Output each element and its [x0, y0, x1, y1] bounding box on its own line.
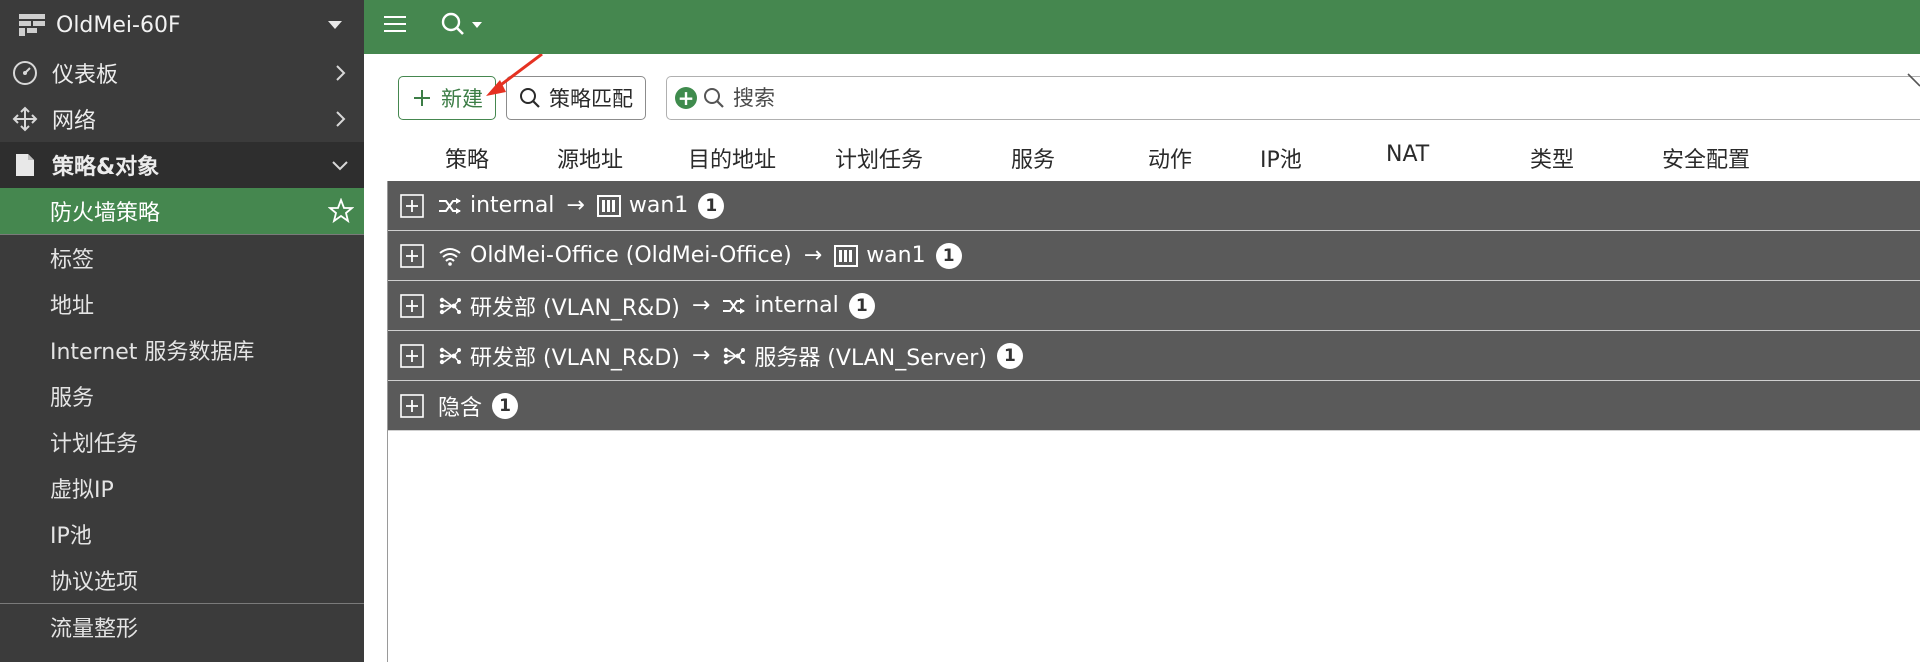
sidebar-item-traffic-shaping[interactable]: 流量整形	[0, 604, 364, 650]
wifi-icon	[439, 247, 461, 266]
fortigate-device-icon	[19, 14, 45, 36]
direction-arrow: →	[803, 243, 823, 268]
caret-down-icon	[328, 21, 342, 29]
policy-match-label: 策略匹配	[549, 87, 633, 111]
policy-group-row[interactable]: internal → wan1 1	[388, 181, 1920, 231]
search-input[interactable]	[733, 86, 1833, 110]
column-header[interactable]: NAT	[1386, 142, 1429, 167]
create-new-label: 新建	[441, 87, 483, 111]
column-header[interactable]: 源地址	[557, 142, 623, 174]
sidebar-item-label: Internet 服务数据库	[50, 340, 255, 365]
destination-interface: internal	[754, 293, 839, 318]
nav-network[interactable]: 网络	[0, 96, 364, 142]
table-header: 策略 源地址 目的地址 计划任务 服务 动作 IP池 NAT 类型 安全配置	[387, 136, 1920, 174]
destination-interface: 服务器 (VLAN_Server)	[754, 345, 987, 371]
policy-group-row[interactable]: 研发部 (VLAN_R&D) → 服务器 (VLAN_Server) 1	[388, 331, 1920, 381]
wan-port-icon	[834, 244, 859, 267]
expand-icon[interactable]	[400, 293, 424, 318]
interface-icon	[723, 297, 746, 314]
vlan-icon	[724, 347, 746, 364]
close-icon[interactable]	[1906, 68, 1920, 90]
sidebar: OldMei-60F 仪表板 网络 策略&对象 防火墙策略 标签 地址 Inte…	[0, 0, 364, 662]
global-search-icon[interactable]	[440, 11, 490, 39]
sidebar-item-tags[interactable]: 标签	[0, 235, 364, 281]
count-badge: 1	[996, 342, 1023, 369]
expand-icon[interactable]	[400, 393, 424, 418]
source-interface: 研发部 (VLAN_R&D)	[470, 345, 680, 371]
nav-policy-objects-label: 策略&对象	[52, 155, 160, 180]
source-interface: OldMei-Office (OldMei-Office)	[470, 243, 792, 268]
chevron-right-icon	[336, 111, 346, 127]
count-badge: 1	[492, 392, 519, 419]
sidebar-item-ip-pools[interactable]: IP池	[0, 511, 364, 557]
favorite-star-icon[interactable]	[328, 198, 354, 224]
count-badge: 1	[698, 192, 725, 219]
policy-search-box[interactable]: +	[666, 76, 1920, 120]
sidebar-item-virtual-ips[interactable]: 虚拟IP	[0, 465, 364, 511]
column-header[interactable]: 服务	[1011, 142, 1055, 174]
top-bar	[364, 0, 1920, 54]
sidebar-item-label: 服务	[50, 386, 95, 411]
implicit-group-label: 隐含	[438, 395, 483, 421]
chevron-right-icon	[336, 65, 346, 81]
vlan-icon	[439, 297, 461, 314]
sidebar-item-firewall-policy[interactable]: 防火墙策略	[0, 188, 364, 234]
nav-dashboard[interactable]: 仪表板	[0, 50, 364, 96]
direction-arrow: →	[691, 293, 711, 318]
source-interface: internal	[470, 193, 555, 218]
vlan-icon	[439, 347, 461, 364]
sidebar-item-internet-service-db[interactable]: Internet 服务数据库	[0, 327, 364, 373]
annotation-arrow-icon	[486, 54, 543, 96]
device-selector[interactable]: OldMei-60F	[0, 0, 364, 50]
sidebar-item-label: 计划任务	[50, 432, 139, 457]
sidebar-item-label: 防火墙策略	[50, 201, 161, 226]
sidebar-item-label: IP池	[50, 524, 92, 549]
sidebar-item-schedules[interactable]: 计划任务	[0, 419, 364, 465]
count-badge: 1	[848, 292, 875, 319]
column-header[interactable]: 计划任务	[835, 142, 923, 174]
column-header[interactable]: 类型	[1530, 142, 1574, 174]
direction-arrow: →	[691, 343, 711, 368]
column-header[interactable]: 策略	[445, 142, 489, 174]
network-move-icon	[12, 106, 38, 132]
chevron-down-icon	[332, 161, 348, 171]
interface-icon	[439, 197, 461, 214]
destination-interface: wan1	[628, 193, 689, 218]
source-interface: 研发部 (VLAN_R&D)	[470, 295, 680, 321]
expand-icon[interactable]	[400, 243, 424, 268]
expand-icon[interactable]	[400, 193, 424, 218]
column-header[interactable]: 目的地址	[688, 142, 776, 174]
sidebar-item-addresses[interactable]: 地址	[0, 281, 364, 327]
column-header[interactable]: 安全配置	[1662, 142, 1750, 174]
policy-group-row[interactable]: OldMei-Office (OldMei-Office) → wan1 1	[388, 231, 1920, 281]
sidebar-item-label: 协议选项	[50, 570, 139, 595]
direction-arrow: →	[566, 193, 585, 218]
sidebar-item-services[interactable]: 服务	[0, 373, 364, 419]
dashboard-gauge-icon	[13, 61, 37, 85]
main-content: 新建 策略匹配 + 策略 源地址 目的地址 计划任务 服务 动作 IP池 NAT…	[364, 54, 1920, 662]
search-icon	[704, 88, 724, 108]
policy-document-icon	[16, 154, 34, 176]
sidebar-item-label: 地址	[50, 294, 95, 319]
wan-port-icon	[596, 194, 621, 217]
destination-interface: wan1	[866, 243, 926, 268]
sidebar-item-protocol-options[interactable]: 协议选项	[0, 557, 364, 603]
plus-icon	[414, 90, 430, 106]
nav-network-label: 网络	[52, 109, 97, 134]
policy-table: internal → wan1 1 OldMei-Office (OldMei-…	[387, 181, 1920, 662]
sidebar-item-label: 流量整形	[50, 617, 139, 642]
hamburger-menu-icon[interactable]	[384, 14, 406, 34]
policy-group-row[interactable]: 隐含 1	[388, 381, 1920, 431]
column-header[interactable]: IP池	[1260, 142, 1302, 174]
sidebar-item-label: 标签	[50, 248, 95, 273]
nav-dashboard-label: 仪表板	[52, 63, 119, 88]
expand-icon[interactable]	[400, 343, 424, 368]
nav-policy-objects[interactable]: 策略&对象	[0, 142, 364, 188]
device-name: OldMei-60F	[56, 12, 181, 38]
add-filter-icon[interactable]: +	[675, 87, 697, 109]
sidebar-item-label: 虚拟IP	[50, 478, 114, 503]
column-header[interactable]: 动作	[1148, 142, 1192, 174]
count-badge: 1	[935, 242, 962, 269]
policy-group-row[interactable]: 研发部 (VLAN_R&D) → internal 1	[388, 281, 1920, 331]
